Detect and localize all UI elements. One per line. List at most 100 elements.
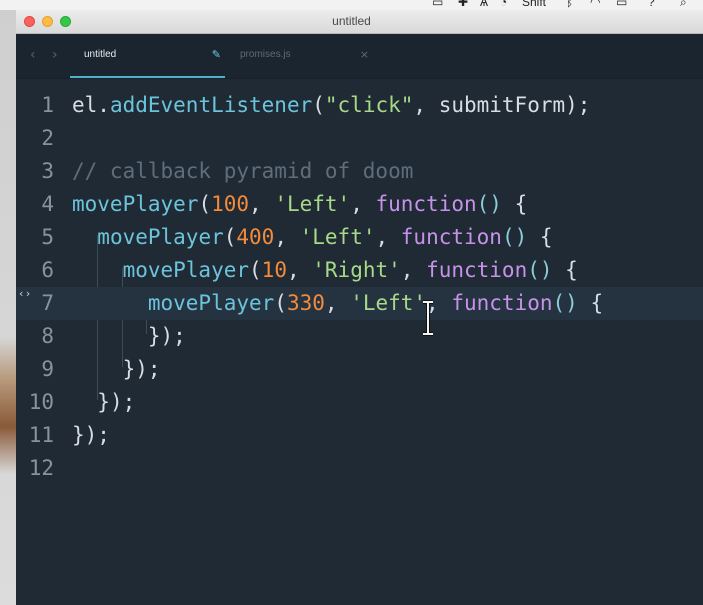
code-text: });	[72, 419, 110, 452]
line-number: 8	[41, 324, 54, 348]
code-token: movePlayer	[97, 225, 224, 249]
code-token: movePlayer	[72, 192, 199, 216]
code-token: ,	[286, 258, 313, 282]
line-number: 7	[41, 291, 54, 315]
code-token: ,	[400, 258, 427, 282]
code-token: });	[72, 423, 110, 447]
line-number: 2	[41, 126, 54, 150]
code-token: ()	[476, 192, 515, 216]
code-token: (	[223, 225, 237, 249]
code-text: movePlayer(400, 'Left', function() {	[72, 221, 553, 254]
screen-icon[interactable]: ▭	[432, 0, 443, 9]
code-token: ()	[501, 225, 540, 249]
code-line[interactable]: ‹› 7 movePlayer(330, 'Left', function() {	[16, 287, 703, 320]
code-token: addEventListener	[109, 93, 313, 117]
code-token: // callback pyramid of doom	[72, 159, 414, 183]
code-token: 10	[261, 258, 287, 282]
code-token: function	[400, 225, 502, 249]
line-number: 12	[28, 456, 54, 480]
code-text: });	[72, 320, 186, 353]
line-number: 4	[41, 192, 54, 216]
line-number: 6	[41, 258, 54, 282]
code-line[interactable]: 8 });	[16, 320, 703, 353]
wifi-icon[interactable]: ◠	[590, 0, 600, 9]
code-token: function	[426, 258, 528, 282]
sync-icon[interactable]: ◔	[500, 0, 507, 9]
code-line[interactable]: 2	[16, 122, 703, 155]
bluetooth-icon[interactable]: ᛒ	[566, 0, 573, 9]
desktop-background	[0, 10, 16, 605]
search-icon[interactable]: ⌕	[680, 0, 687, 10]
code-text: });	[72, 353, 161, 386]
code-token: (	[249, 258, 262, 282]
text-icon[interactable]: Ѧ	[480, 0, 488, 9]
code-token: function	[375, 192, 477, 216]
code-text: movePlayer(100, 'Left', function() {	[72, 188, 527, 221]
code-token: {	[565, 258, 578, 282]
code-token: });	[97, 390, 136, 414]
line-number: 9	[41, 357, 54, 381]
menu-item-shift[interactable]: Shift	[522, 0, 546, 9]
code-line[interactable]: 11});	[16, 419, 703, 452]
code-token: movePlayer	[147, 291, 275, 315]
tab-untitled[interactable]: untitled ✎	[70, 34, 225, 78]
forward-arrow-icon[interactable]: ›	[52, 47, 58, 63]
code-token: , submitForm);	[413, 93, 591, 117]
code-text: movePlayer(10, 'Right', function() {	[72, 254, 578, 287]
line-number: 3	[41, 159, 54, 183]
code-token: (	[312, 93, 325, 117]
code-token: ()	[552, 291, 591, 315]
code-token: ,	[324, 291, 351, 315]
code-token: 400	[236, 225, 275, 249]
code-token: });	[147, 324, 186, 348]
editor-window: untitled ‹ › untitled ✎ promises.js × 1e…	[16, 10, 703, 605]
code-token: (	[198, 192, 212, 216]
code-line[interactable]: 5 movePlayer(400, 'Left', function() {	[16, 221, 703, 254]
menu-bar: ▭ ✚ Ѧ ◔ Shift ᛒ ◠ ▭ ? ⌕	[0, 0, 703, 10]
line-number: 1	[41, 93, 54, 117]
code-line[interactable]: 6 movePlayer(10, 'Right', function() {	[16, 254, 703, 287]
code-text: // callback pyramid of doom	[72, 155, 413, 188]
tab-label: untitled	[84, 49, 117, 60]
title-bar: untitled	[16, 10, 703, 34]
code-token: 'Left'	[350, 291, 427, 315]
line-number: 10	[28, 390, 54, 414]
code-line[interactable]: 12	[16, 452, 703, 485]
code-token: ,	[375, 225, 401, 249]
code-token: el.	[72, 93, 110, 117]
code-token: ,	[274, 225, 300, 249]
window-title: untitled	[332, 14, 371, 28]
code-token: ,	[350, 192, 376, 216]
pencil-icon: ✎	[211, 48, 221, 61]
code-line[interactable]: 4 movePlayer(100, 'Left', function() {	[16, 188, 703, 221]
code-editor[interactable]: 1 el.addEventListener("click", submitForm…	[16, 79, 703, 605]
code-token: "click"	[324, 93, 414, 117]
help-icon[interactable]: ?	[648, 0, 655, 9]
text-cursor-icon	[423, 300, 433, 336]
code-line[interactable]: 10 });	[16, 386, 703, 419]
close-icon[interactable]: ×	[360, 48, 369, 61]
code-text: movePlayer(330, 'Left', function() {	[72, 287, 603, 320]
line-number: 11	[28, 423, 54, 447]
code-line[interactable]: 9 });	[16, 353, 703, 386]
code-token: {	[539, 225, 553, 249]
code-token: 100	[211, 192, 250, 216]
code-token: {	[514, 192, 528, 216]
code-line[interactable]: 3 // callback pyramid of doom	[16, 155, 703, 188]
plugin-icon[interactable]: ✚	[458, 0, 468, 9]
code-token: 'Left'	[274, 192, 351, 216]
code-token: });	[122, 357, 161, 381]
back-arrow-icon[interactable]: ‹	[30, 47, 36, 63]
code-line[interactable]: 1 el.addEventListener("click", submitForm…	[16, 89, 703, 122]
tab-promises-js[interactable]: promises.js ×	[226, 34, 381, 78]
battery-icon[interactable]: ▭	[616, 0, 627, 9]
code-token: ()	[527, 258, 566, 282]
code-text: });	[72, 386, 135, 419]
code-token: (	[274, 291, 287, 315]
